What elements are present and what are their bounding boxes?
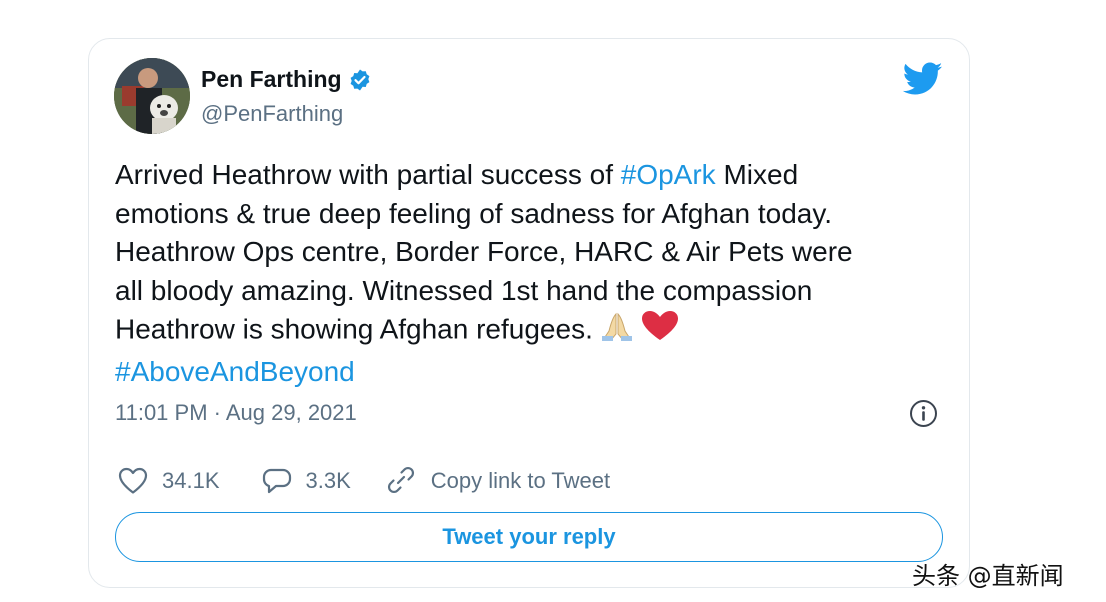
reply-button[interactable]: 3.3K xyxy=(262,467,351,495)
tweet-text-line: emotions & true deep feeling of sadness … xyxy=(115,195,945,234)
tweet-timestamp[interactable]: 11:01 PM · Aug 29, 2021 xyxy=(115,400,357,426)
tweet-text-line: #AboveAndBeyond xyxy=(115,353,945,392)
tweet-your-reply-button[interactable]: Tweet your reply xyxy=(115,512,943,562)
text-segment: emotions & true deep feeling of sadness … xyxy=(115,197,833,229)
tweet-actions: 34.1K 3.3K Copy link to Tweet xyxy=(118,464,610,498)
tweet-text-line: Heathrow is showing Afghan refugees. xyxy=(115,310,945,353)
folded-hands-emoji xyxy=(599,311,635,352)
text-segment: Mixed xyxy=(715,159,799,190)
like-button[interactable]: 34.1K xyxy=(118,467,220,495)
like-count: 34.1K xyxy=(162,468,220,493)
avatar[interactable] xyxy=(114,58,190,134)
watermark: 头条 @直新闻 xyxy=(912,562,1064,590)
twitter-bird-icon[interactable] xyxy=(902,62,943,96)
text-segment: Heathrow Ops centre, Border Force, HARC … xyxy=(115,236,853,267)
author-name[interactable]: Pen Farthing xyxy=(201,66,342,93)
text-segment: Arrived Heathrow with partial success of xyxy=(115,159,621,190)
text-segment: all bloody amazing. Witnessed 1st hand t… xyxy=(115,274,813,306)
tweet-text-line: Arrived Heathrow with partial success of… xyxy=(115,156,945,195)
tweet-text-line: all bloody amazing. Witnessed 1st hand t… xyxy=(115,272,945,311)
red-heart-emoji xyxy=(641,310,679,353)
reply-count: 3.3K xyxy=(305,468,351,493)
copy-link-button[interactable]: Copy link to Tweet xyxy=(385,466,610,496)
hashtag-aboveandbeyond-link[interactable]: #AboveAndBeyond xyxy=(115,356,355,387)
author-name-row[interactable]: Pen Farthing xyxy=(201,66,372,93)
info-icon[interactable] xyxy=(909,399,938,428)
tweet-text-line: Heathrow Ops centre, Border Force, HARC … xyxy=(115,233,945,272)
verified-badge-icon xyxy=(348,68,372,92)
hashtag-oparkl-link[interactable]: #OpArk xyxy=(621,159,716,190)
tweet-text: Arrived Heathrow with partial success of… xyxy=(115,156,945,391)
copy-link-label: Copy link to Tweet xyxy=(430,468,611,493)
author-handle[interactable]: @PenFarthing xyxy=(201,101,343,127)
speech-bubble-icon xyxy=(262,468,291,494)
heart-outline-icon xyxy=(118,467,148,494)
link-icon xyxy=(387,466,414,494)
text-segment: Heathrow is showing Afghan refugees. xyxy=(115,313,593,345)
